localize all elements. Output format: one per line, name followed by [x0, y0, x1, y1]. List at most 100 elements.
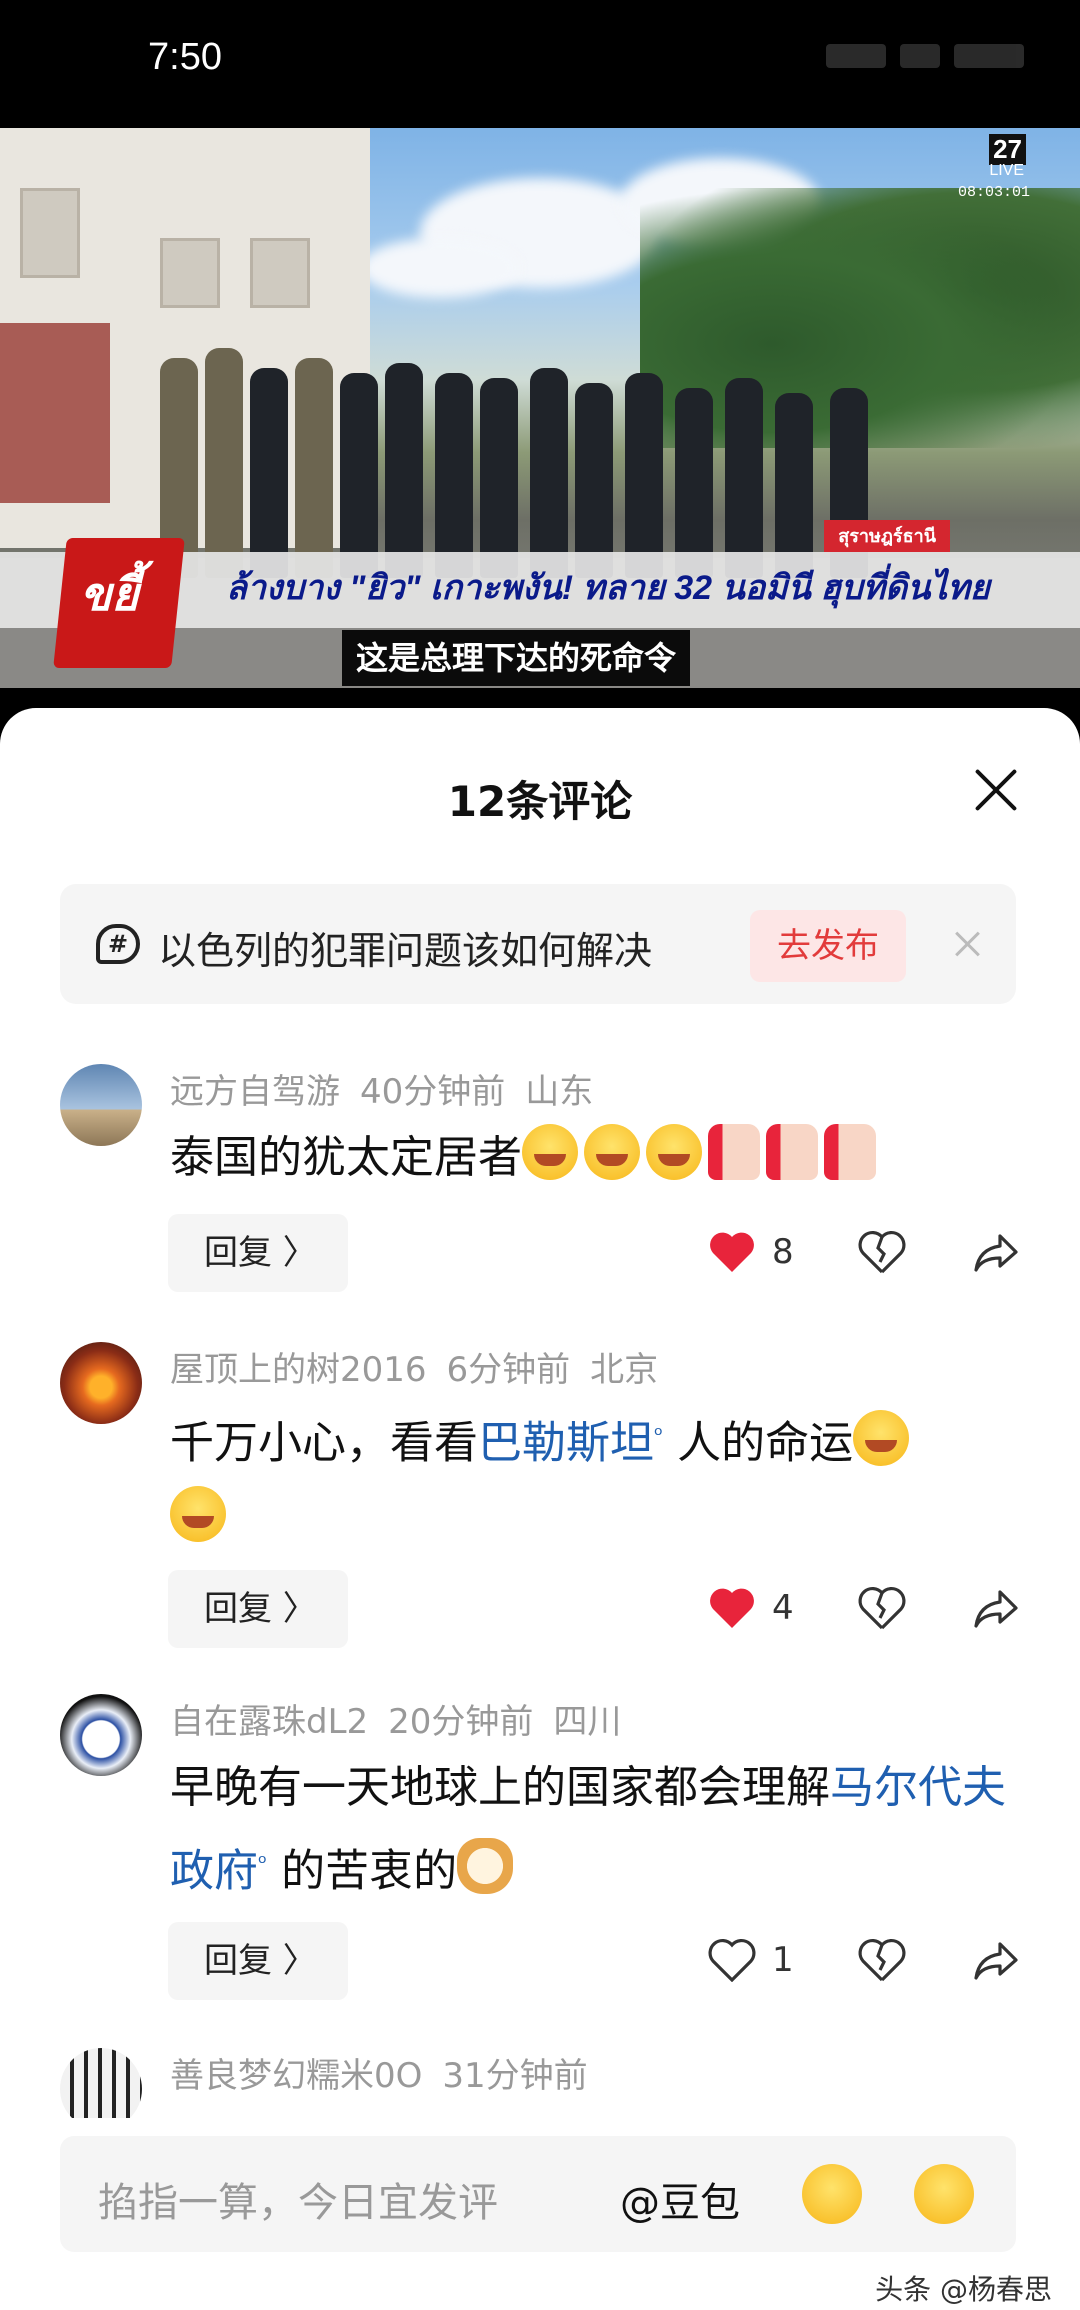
building-wall — [0, 323, 110, 503]
comment-item: 远方自驾游 40分钟前 山东 泰国的犹太定居者 回复 〉 8 — [0, 1064, 1080, 1304]
comment-time: 40分钟前 — [360, 1072, 506, 1112]
reply-button[interactable]: 回复 〉 — [168, 1922, 348, 2000]
comment-sheet: 12条评论 # 以色列的犯罪问题该如何解决 去发布 远方自驾游 40分钟前 山东 泰… — [0, 708, 1080, 2310]
topic-text: 以色列的犯罪问题该如何解决 — [158, 929, 653, 973]
comment-time: 31分钟前 — [442, 2056, 588, 2096]
share-icon[interactable] — [972, 1586, 1020, 1630]
comment-user[interactable]: 屋顶上的树2016 — [170, 1350, 427, 1390]
window — [250, 238, 310, 308]
comment-user[interactable]: 远方自驾游 — [170, 1072, 340, 1112]
reply-button[interactable]: 回复 〉 — [168, 1214, 348, 1292]
crying-emoji-icon — [853, 1409, 910, 1466]
person — [435, 373, 473, 578]
comment-text: 的苦衷的 — [267, 1845, 458, 1897]
status-icons — [664, 44, 1024, 74]
comment-meta: 自在露珠dL2 20分钟前 四川 — [170, 1694, 641, 1743]
crying-laugh-emoji-icon[interactable] — [802, 2164, 862, 2224]
person — [725, 378, 763, 578]
thumbs-up-emoji-icon — [824, 1124, 876, 1180]
topic-close-icon[interactable] — [948, 924, 988, 964]
comment-body: 泰国的犹太定居者 — [170, 1120, 1010, 1196]
doge-emoji-icon — [457, 1837, 514, 1894]
comment-location: 四川 — [553, 1702, 622, 1742]
dislike-broken-heart-icon[interactable] — [858, 1938, 906, 1982]
person — [575, 383, 613, 578]
comment-location: 山东 — [525, 1072, 594, 1112]
dislike-broken-heart-icon[interactable] — [858, 1230, 906, 1274]
person — [385, 363, 423, 578]
share-icon[interactable] — [972, 1938, 1020, 1982]
person — [205, 348, 243, 578]
grin-emoji-icon[interactable] — [914, 2164, 974, 2224]
comment-body: 千万小心，看看巴勒斯坦ᵒ 人的命运 — [170, 1398, 1010, 1558]
like-heart-icon[interactable] — [708, 1230, 756, 1274]
person — [775, 393, 813, 578]
search-icon: ᵒ — [258, 1851, 268, 1876]
video-subtitle: 这是总理下达的死命令 — [342, 630, 691, 686]
dislike-broken-heart-icon[interactable] — [858, 1586, 906, 1630]
comment-item: 自在露珠dL2 20分钟前 四川 早晚有一天地球上的国家都会理解马尔代夫政府ᵒ 的苦… — [0, 1694, 1080, 2014]
avatar[interactable] — [60, 2048, 142, 2118]
reply-button[interactable]: 回复 〉 — [168, 1570, 348, 1648]
comment-user[interactable]: 善良梦幻糯米0O — [170, 2056, 422, 2096]
comment-user[interactable]: 自在露珠dL2 — [170, 1702, 368, 1742]
window — [20, 188, 80, 278]
comment-meta: 屋顶上的树2016 6分钟前 北京 — [170, 1342, 678, 1391]
comment-meta: 远方自驾游 40分钟前 山东 — [170, 1064, 613, 1113]
mention-button[interactable]: @豆包 — [620, 2170, 740, 2228]
crowd — [150, 308, 910, 578]
channel-number: 27 — [989, 134, 1026, 165]
comment-item: 善良梦幻糯米0O 31分钟前 — [0, 2048, 1080, 2118]
live-label: LIVE — [989, 162, 1024, 179]
person — [250, 368, 288, 578]
comment-input[interactable]: 掐指一算，今日宜发评 @豆包 — [60, 2136, 1016, 2252]
topic-bar[interactable]: # 以色列的犯罪问题该如何解决 去发布 — [60, 884, 1016, 1004]
thumbs-up-emoji-icon — [708, 1124, 760, 1180]
thumbs-up-emoji-icon — [766, 1124, 818, 1180]
comment-text: 泰国的犹太定居者 — [170, 1132, 522, 1183]
person — [530, 368, 568, 578]
hashtag-text: # — [107, 930, 129, 958]
person — [625, 373, 663, 578]
like-count: 1 — [772, 1940, 794, 1980]
wifi-icon — [900, 44, 940, 68]
video-player[interactable]: 27 LIVE 08:03:01 สุราษฎร์ธานี ขยี้ ล้างบ… — [0, 128, 1080, 688]
close-icon[interactable] — [972, 766, 1020, 814]
hashtag-icon: # — [96, 924, 140, 964]
comment-item: 屋顶上的树2016 6分钟前 北京 千万小心，看看巴勒斯坦ᵒ 人的命运 回复 〉 4 — [0, 1342, 1080, 1662]
comment-input-placeholder: 掐指一算，今日宜发评 — [98, 2180, 498, 2226]
person — [675, 388, 713, 578]
laughing-emoji-icon — [584, 1124, 640, 1180]
location-tag: สุราษฎร์ธานี — [824, 520, 950, 552]
laughing-emoji-icon — [646, 1124, 702, 1180]
comment-time: 6分钟前 — [446, 1350, 571, 1390]
like-count: 4 — [772, 1588, 794, 1628]
comment-text: 早晚有一天地球上的国家都会理解 — [170, 1762, 830, 1813]
broadcast-clock: 08:03:01 — [957, 184, 1030, 201]
publish-button[interactable]: 去发布 — [750, 910, 906, 982]
comment-location: 北京 — [590, 1350, 659, 1390]
avatar[interactable] — [60, 1342, 142, 1424]
laughing-emoji-icon — [522, 1124, 578, 1180]
window — [160, 238, 220, 308]
topic-link[interactable]: 巴勒斯坦 — [478, 1418, 654, 1469]
status-bar: 7:50 — [0, 0, 1080, 128]
share-icon[interactable] — [972, 1230, 1020, 1274]
battery-icon — [954, 44, 1024, 68]
like-count: 8 — [772, 1232, 794, 1272]
avatar[interactable] — [60, 1064, 142, 1146]
comment-body: 早晚有一天地球上的国家都会理解马尔代夫政府ᵒ 的苦衷的 — [170, 1750, 1010, 1910]
avatar[interactable] — [60, 1694, 142, 1776]
person — [340, 373, 378, 578]
like-heart-outline-icon[interactable] — [708, 1938, 756, 1983]
smirk-emoji-icon — [170, 1485, 226, 1542]
like-heart-icon[interactable] — [708, 1586, 756, 1630]
watermark: 头条 @杨春思 — [875, 2273, 1052, 2306]
comment-meta: 善良梦幻糯米0O 31分钟前 — [170, 2048, 608, 2097]
person — [295, 358, 333, 578]
person — [480, 378, 518, 578]
sheet-title: 12条评论 — [447, 777, 633, 826]
search-icon: ᵒ — [654, 1423, 664, 1448]
comment-text: 千万小心，看看 — [170, 1417, 478, 1469]
cloud — [360, 238, 520, 298]
